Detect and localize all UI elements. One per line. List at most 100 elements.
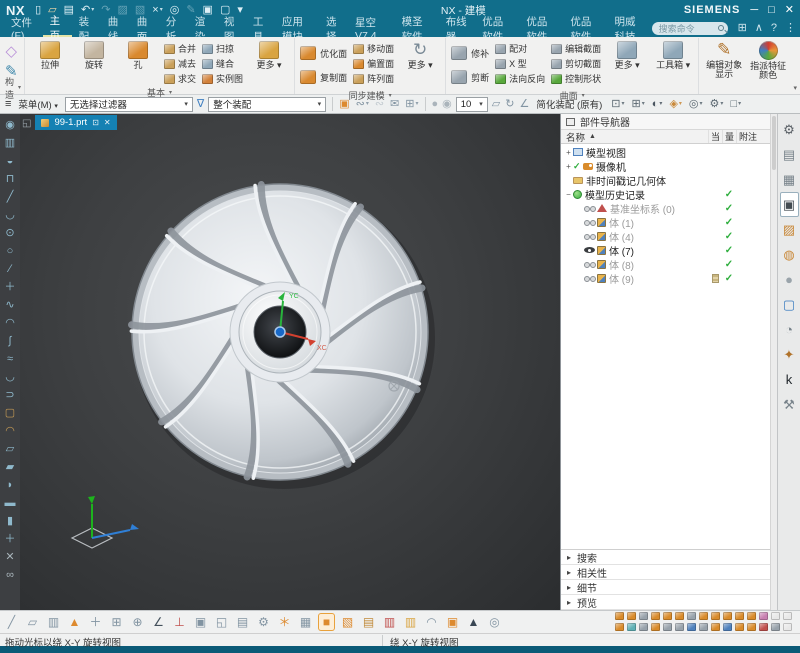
column-comment[interactable]: 附注	[736, 130, 770, 143]
mini-tool-icon[interactable]	[735, 612, 744, 620]
menu-tab-优品软件[interactable]: 优品软件	[519, 20, 563, 37]
block-icon[interactable]: ▮	[1, 512, 19, 530]
menu-tab-布线器[interactable]: 布线器	[439, 20, 476, 37]
row-body-4[interactable]: 体 (4)✓	[561, 229, 770, 243]
section-dependencies[interactable]: ▸相关性	[561, 565, 770, 580]
mini-tool-icon[interactable]	[759, 623, 768, 631]
visible-eye-icon[interactable]	[584, 247, 595, 253]
circle-diameter-icon[interactable]: ⊙	[1, 224, 19, 242]
menu-tab-曲面[interactable]: 曲面	[130, 20, 159, 37]
ellipse-icon[interactable]: ◠	[1, 422, 19, 440]
circle-icon[interactable]: ○	[1, 242, 19, 260]
background-icon[interactable]: □▾	[730, 99, 741, 110]
close-curve-icon[interactable]: ✕	[1, 548, 19, 566]
impeller-model[interactable]: YC XC	[129, 183, 435, 489]
sew-button[interactable]: 缝合	[200, 56, 245, 71]
visual-report-icon[interactable]: ▥	[1, 134, 19, 152]
rounded-rectangle-icon[interactable]: ▢	[1, 404, 19, 422]
mini-tool-icon[interactable]	[771, 612, 780, 620]
mini-tool-icon[interactable]	[687, 623, 696, 631]
mini-tool-icon[interactable]	[651, 623, 660, 631]
unite-button[interactable]: 合并	[162, 41, 198, 56]
swoosh-icon[interactable]: ◠	[424, 614, 439, 630]
more-basic-button[interactable]: 更多 ▾	[247, 38, 291, 70]
gold-stack-icon[interactable]: ▧	[340, 614, 355, 630]
minimize-ribbon-icon[interactable]: ∧	[755, 23, 763, 34]
revolve-button[interactable]: 旋转	[72, 38, 116, 70]
mini-tool-icon[interactable]	[783, 612, 792, 620]
row-model-history[interactable]: −模型历史记录✓	[561, 187, 770, 201]
move-object-icon[interactable]: ⊕	[130, 614, 145, 630]
group-label-surface[interactable]: 曲面▾	[449, 89, 695, 102]
break-button[interactable]: 剪断	[449, 65, 491, 89]
section-preview[interactable]: ▸预览	[561, 595, 770, 610]
pointer-icon[interactable]: ∠	[151, 614, 166, 630]
group-label-synchronous[interactable]: 同步建模▾	[298, 89, 442, 102]
section-search[interactable]: ▸搜索	[561, 550, 770, 565]
view-box-icon[interactable]: ▣	[193, 614, 208, 630]
column-quantity[interactable]: 量	[722, 130, 736, 143]
copy-icon[interactable]: ▨	[117, 5, 127, 16]
pillow-block-icon[interactable]: ▬	[1, 494, 19, 512]
plus-point-icon[interactable]: ＋	[1, 278, 19, 296]
sketch-icon[interactable]: ◇	[5, 41, 18, 61]
mini-tool-icon[interactable]	[639, 612, 648, 620]
delete-icon[interactable]: ×▾	[152, 5, 162, 16]
mini-tool-icon[interactable]	[723, 623, 732, 631]
mini-tool-icon[interactable]	[747, 612, 756, 620]
reverse-normal-button[interactable]: 法向反向	[493, 71, 547, 86]
ribbon-options-icon[interactable]: ▾	[793, 84, 797, 92]
pattern-face-button[interactable]: 阵列面	[351, 71, 396, 86]
studio-spline-icon[interactable]: ∿	[1, 296, 19, 314]
mini-tool-icon[interactable]	[699, 623, 708, 631]
true-shading-icon[interactable]: ◒	[1, 152, 19, 170]
orange-cube-icon[interactable]: ▣	[445, 614, 460, 630]
wcs-display-icon[interactable]: ⊞	[109, 614, 124, 630]
more-sync-button[interactable]: ↻更多 ▾	[398, 38, 442, 70]
redo-icon[interactable]: ↷	[101, 5, 110, 16]
sheet-surface-icon[interactable]: ▱	[1, 440, 19, 458]
menu-tab-文件(F)[interactable]: 文件(F)	[4, 20, 43, 37]
clip-section-button[interactable]: 剪切截面	[549, 56, 603, 71]
triad-icon[interactable]: ⊥	[172, 614, 187, 630]
menu-button[interactable]: 菜单(M) ▾	[18, 97, 57, 111]
hole-button[interactable]: 孔	[116, 38, 160, 70]
row-body-8[interactable]: 体 (8)✓	[561, 257, 770, 271]
constraint-navigator-icon[interactable]: ▦	[780, 167, 799, 192]
menu-tab-明威科技[interactable]: 明威科技	[607, 20, 651, 37]
red-sheet-icon[interactable]: ▥	[382, 614, 397, 630]
show-hide-icon[interactable]: ▥	[46, 614, 61, 630]
mirror-icon[interactable]: ▲	[466, 614, 481, 630]
row-model-views[interactable]: +模型视图	[561, 145, 770, 159]
copy-face-button[interactable]: 复制面	[298, 65, 349, 89]
maximize-icon[interactable]: □	[768, 5, 775, 16]
match-button[interactable]: 配对	[493, 41, 547, 56]
instance-button[interactable]: 实例图	[200, 71, 245, 86]
flag-icon[interactable]: ◱	[214, 614, 229, 630]
datum-point-icon[interactable]: ＋	[88, 614, 103, 630]
mini-tool-icon[interactable]	[651, 612, 660, 620]
column-current[interactable]: 当	[708, 130, 722, 143]
menu-tab-装配[interactable]: 装配	[72, 20, 101, 37]
touch-mode-icon[interactable]: ✎	[186, 5, 195, 16]
full-screen-icon[interactable]: ⊞	[738, 23, 747, 34]
part-tab[interactable]: 99-1.prt ⊡ ✕	[35, 115, 116, 130]
menu-tab-主页[interactable]: 主页	[43, 20, 72, 37]
edit-section-button[interactable]: 编辑截面	[549, 41, 603, 56]
offset-curve-icon[interactable]: ⊃	[1, 386, 19, 404]
column-name[interactable]: 名称	[566, 130, 585, 144]
row-body-1[interactable]: 体 (1)✓	[561, 215, 770, 229]
graphics-window[interactable]: ◱ 99-1.prt ⊡ ✕	[20, 114, 560, 610]
more-surface-button[interactable]: 更多 ▾	[605, 38, 649, 70]
menu-tab-渲染[interactable]: 渲染	[188, 20, 217, 37]
mini-tool-icon[interactable]	[639, 623, 648, 631]
part-navigator-icon[interactable]: ▣	[780, 192, 799, 217]
menu-tab-优品软件[interactable]: 优品软件	[475, 20, 519, 37]
highlighted-box-icon[interactable]: ■	[319, 614, 334, 630]
hd3d-tools-icon[interactable]: ◍	[780, 242, 799, 267]
mini-tool-icon[interactable]	[747, 623, 756, 631]
books-icon[interactable]: ▤	[361, 614, 376, 630]
menu-tab-分析[interactable]: 分析	[159, 20, 188, 37]
cube-pair-icon[interactable]: ▦	[298, 614, 313, 630]
part-navigator-header[interactable]: 部件导航器	[561, 114, 770, 130]
